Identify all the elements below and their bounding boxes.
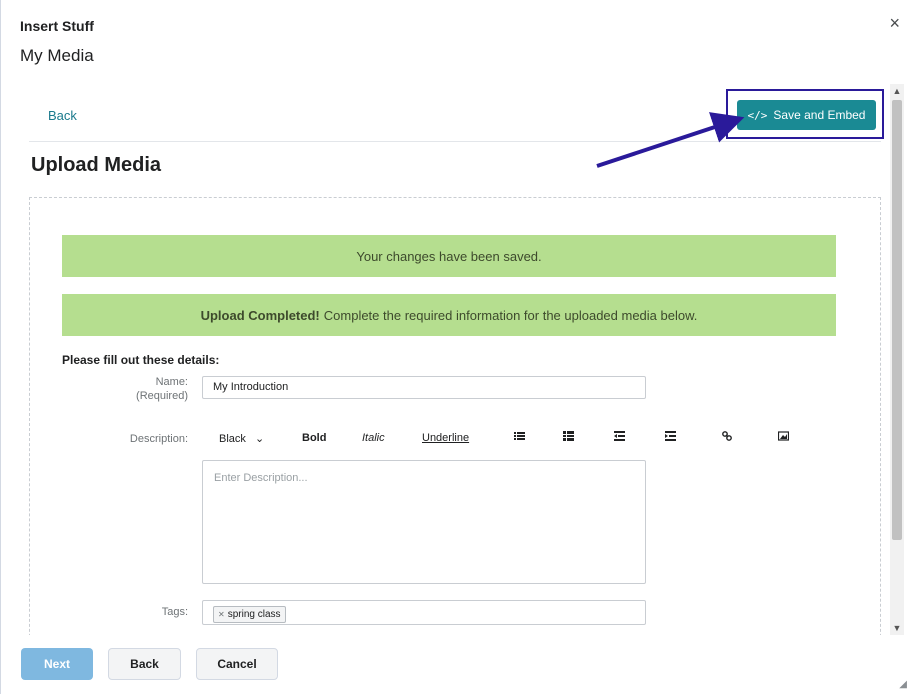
name-label-group: Name: (Required) [110,376,188,406]
upload-completed-message: Upload Completed! Complete the required … [62,294,836,336]
italic-button[interactable]: Italic [362,432,385,444]
chevron-down-icon: ⌄ [254,433,265,445]
outdent-icon[interactable] [614,431,625,444]
description-label: Description: [129,433,188,445]
font-color-dropdown[interactable]: Black ⌄ [219,432,264,445]
underline-button[interactable]: Underline [422,432,469,444]
back-link[interactable]: Back [48,108,77,123]
scrollbar-thumb[interactable] [892,100,902,540]
tag-label: spring class [227,609,281,620]
cancel-button[interactable]: Cancel [196,648,278,680]
bullet-list-icon[interactable] [514,431,525,444]
divider [29,141,881,142]
dialog-title: Insert Stuff [20,18,94,34]
numbered-list-icon[interactable] [563,431,574,444]
name-required-label: (Required) [136,390,188,402]
save-and-embed-label: Save and Embed [773,108,866,122]
description-label-group: Description: [110,433,188,449]
code-icon: </> [747,108,768,122]
saved-message: Your changes have been saved. [62,235,836,277]
description-toolbar: Black ⌄ Bold Italic Underline [202,428,802,452]
image-icon[interactable] [777,431,790,444]
insert-stuff-dialog: Insert Stuff × My Media Back </> Save an… [0,0,910,694]
name-input[interactable]: My Introduction [202,376,646,399]
tags-label: Tags: [161,606,188,618]
scroll-up-icon[interactable]: ▲ [890,84,904,98]
remove-tag-icon[interactable]: ✕ [218,610,225,619]
tags-input[interactable]: ✕ spring class [202,600,646,625]
page-title: Upload Media [31,154,162,176]
upload-completed-text: Complete the required information for th… [323,307,698,323]
dialog-subtitle: My Media [20,46,94,65]
dialog-content: Back </> Save and Embed Upload Media You… [20,84,890,635]
tag-chip: ✕ spring class [213,606,286,623]
bold-button[interactable]: Bold [302,432,326,444]
saved-message-text: Your changes have been saved. [356,248,542,264]
description-textarea[interactable]: Enter Description... [202,460,646,584]
vertical-scrollbar[interactable]: ▲ ▼ [890,84,904,635]
link-icon[interactable] [722,431,732,444]
details-heading: Please fill out these details: [62,353,220,367]
tags-label-group: Tags: [110,606,188,622]
upload-completed-strong: Upload Completed! [200,307,320,323]
dialog-footer: Next Back Cancel ◢ [1,635,910,694]
resize-grip-icon[interactable]: ◢ [899,679,907,690]
name-label: Name: [155,376,188,388]
indent-icon[interactable] [665,431,676,444]
next-button[interactable]: Next [21,648,93,680]
save-and-embed-button[interactable]: </> Save and Embed [737,100,876,130]
close-icon[interactable]: × [889,14,900,32]
back-button[interactable]: Back [108,648,181,680]
font-color-label: Black [219,433,246,445]
scroll-down-icon[interactable]: ▼ [890,621,904,635]
